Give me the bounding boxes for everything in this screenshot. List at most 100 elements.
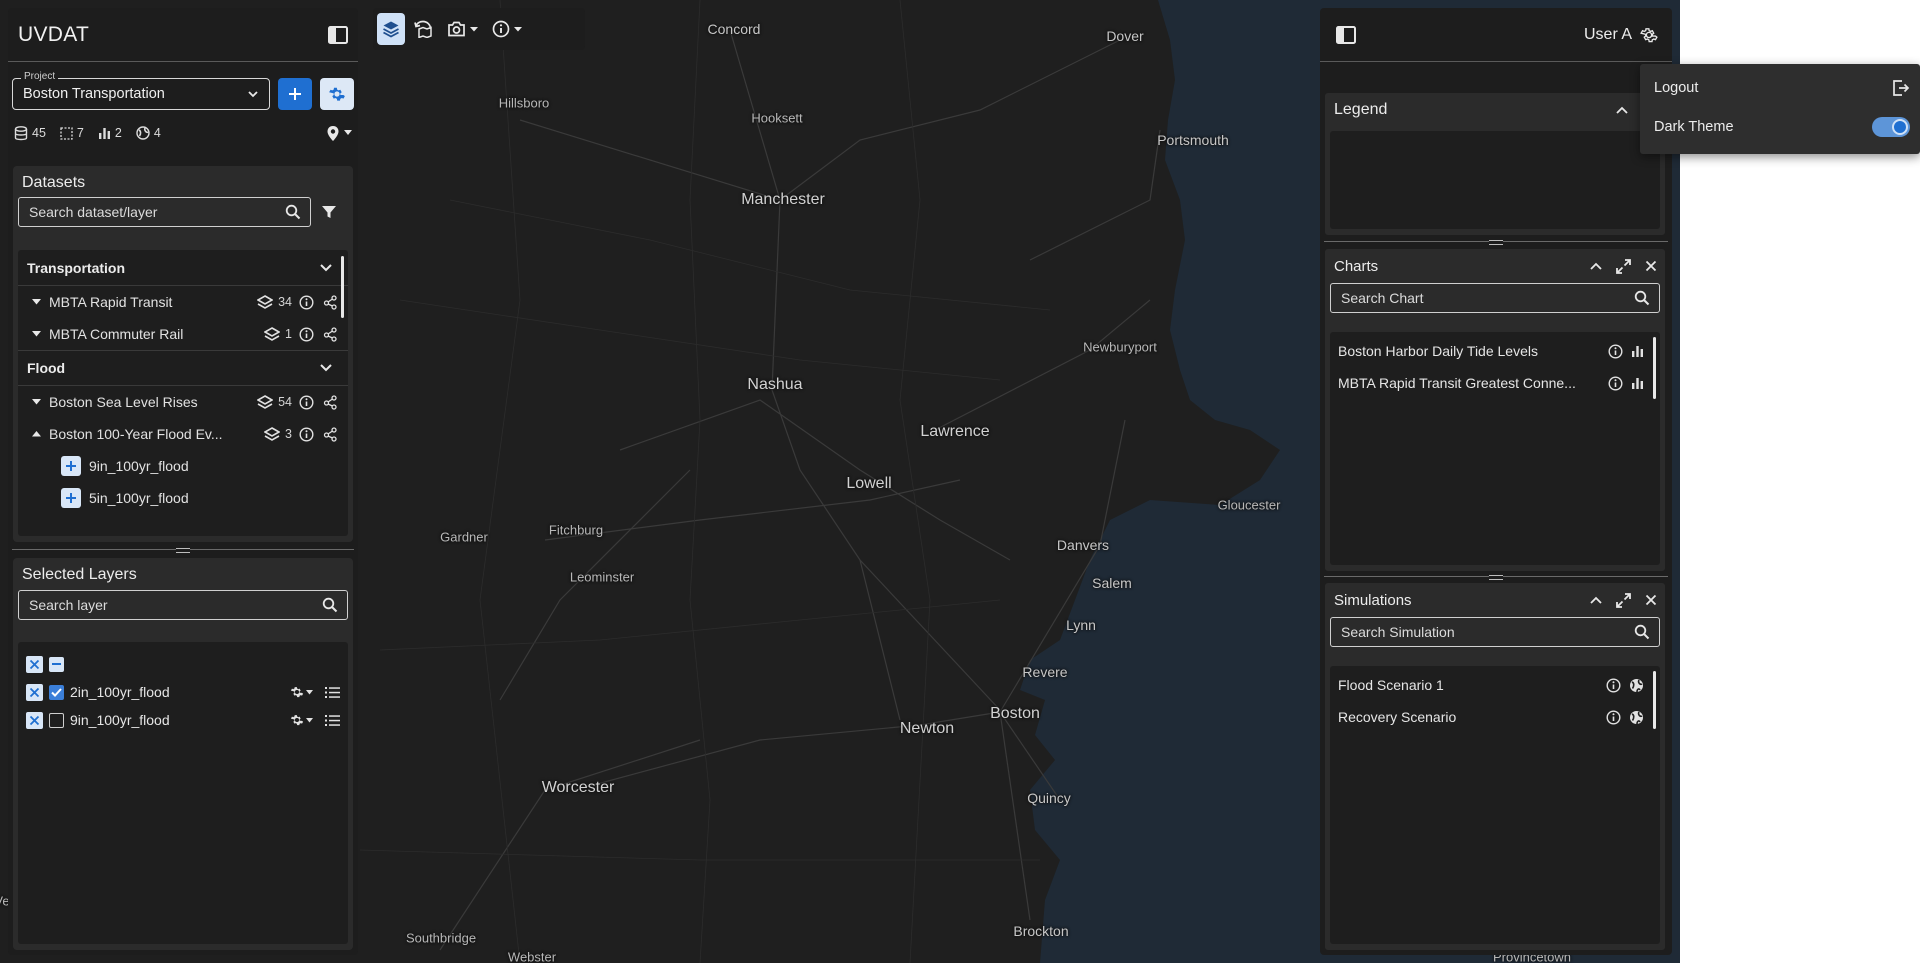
legend-card: Legend [1325, 93, 1665, 235]
legend-resize-handle[interactable] [1320, 237, 1672, 247]
logout-menu-item[interactable]: Logout [1640, 68, 1920, 107]
dataset-group-flood[interactable]: Flood [18, 350, 348, 386]
left-resize-handle[interactable] [8, 545, 358, 555]
app-title: UVDAT [18, 22, 90, 46]
dataset-name: MBTA Rapid Transit [49, 294, 173, 310]
layer-style-button[interactable] [290, 713, 313, 727]
simulation-list-item[interactable]: Flood Scenario 1 [1330, 669, 1660, 701]
info-icon[interactable] [299, 326, 314, 342]
simulation-list-scrollbar[interactable] [1653, 671, 1656, 729]
selected-layers-card: Selected Layers Search layer 2in_100yr_f… [13, 558, 353, 950]
dark-theme-menu-item[interactable]: Dark Theme [1640, 107, 1920, 146]
charts-header: Charts [1325, 249, 1665, 283]
chart-search-input[interactable]: Search Chart [1330, 283, 1660, 313]
sublayer-row[interactable]: 5in_100yr_flood [18, 482, 348, 514]
left-sidebar: UVDAT Project Boston Transportation 45 7 [8, 8, 358, 955]
close-icon [29, 659, 40, 669]
caret-up-icon[interactable] [29, 431, 43, 437]
dataset-count-value: 45 [32, 126, 46, 140]
dataset-list-scrollbar[interactable] [341, 256, 344, 318]
chevron-up-icon[interactable] [1590, 596, 1602, 604]
sublayer-row[interactable]: 9in_100yr_flood [18, 450, 348, 482]
share-network-icon[interactable] [323, 394, 338, 410]
filter-icon[interactable] [321, 204, 337, 220]
expand-icon[interactable] [1616, 592, 1631, 608]
info-icon[interactable] [299, 294, 314, 310]
globe-icon[interactable] [1629, 678, 1644, 693]
expand-icon[interactable] [1616, 258, 1631, 274]
chevron-up-icon[interactable] [1616, 106, 1628, 114]
simulation-list-item[interactable]: Recovery Scenario [1330, 701, 1660, 733]
datasets-title: Datasets [22, 174, 86, 191]
remove-all-button[interactable] [26, 655, 43, 673]
close-icon[interactable] [1645, 260, 1657, 272]
layer-visibility-checkbox[interactable] [49, 712, 64, 728]
info-icon[interactable] [1606, 677, 1621, 693]
project-select-label: Project [21, 71, 59, 82]
layer-style-button[interactable] [290, 685, 313, 699]
selected-layer-row[interactable]: 2in_100yr_flood [18, 678, 348, 706]
dataset-row[interactable]: MBTA Rapid Transit 34 [18, 286, 348, 318]
share-network-icon[interactable] [323, 294, 338, 310]
info-icon[interactable] [1606, 709, 1621, 725]
caret-down-icon[interactable] [29, 399, 43, 405]
chart-list-scrollbar[interactable] [1653, 337, 1656, 399]
map-location-button[interactable] [326, 125, 352, 142]
chart-list-item[interactable]: Boston Harbor Daily Tide Levels [1330, 335, 1660, 367]
dataset-group-transportation[interactable]: Transportation [18, 250, 348, 286]
dataset-row[interactable]: Boston Sea Level Rises 54 [18, 386, 348, 418]
city-label-manchester: Manchester [741, 191, 825, 208]
city-label-lynn: Lynn [1066, 617, 1096, 633]
info-icon[interactable] [1608, 343, 1623, 359]
add-layer-button[interactable] [61, 488, 81, 508]
simulation-search-input[interactable]: Search Simulation [1330, 617, 1660, 647]
collapse-right-sidebar-icon[interactable] [1336, 25, 1356, 44]
charts-resize-handle[interactable] [1320, 572, 1672, 582]
city-label-concord: Concord [707, 21, 761, 37]
legend-title: Legend [1334, 101, 1388, 118]
chart-list-item[interactable]: MBTA Rapid Transit Greatest Conne... [1330, 367, 1660, 399]
add-layer-button[interactable] [61, 456, 81, 476]
user-menu-button[interactable]: User A [1584, 26, 1658, 44]
globe-icon[interactable] [1629, 710, 1644, 725]
map-reset-button[interactable] [409, 13, 438, 45]
layer-search-input[interactable]: Search layer [18, 590, 348, 620]
dataset-name: Boston Sea Level Rises [49, 394, 198, 410]
bar-chart-icon[interactable] [1631, 345, 1644, 358]
bar-chart-icon[interactable] [1631, 377, 1644, 390]
dataset-row[interactable]: Boston 100-Year Flood Ev... 3 [18, 418, 348, 450]
chevron-down-icon [320, 263, 332, 271]
project-settings-button[interactable] [320, 78, 354, 110]
network-count: 4 [136, 126, 161, 140]
close-icon[interactable] [1645, 594, 1657, 606]
dataset-search-placeholder: Search dataset/layer [29, 204, 158, 220]
layers-icon [383, 21, 399, 38]
layer-visibility-checkbox[interactable] [49, 684, 64, 700]
layers-toggle-button[interactable] [377, 13, 405, 45]
select-all-checkbox[interactable] [49, 656, 64, 672]
share-network-icon[interactable] [323, 426, 338, 442]
share-network-icon[interactable] [323, 326, 338, 342]
dataset-search-input[interactable]: Search dataset/layer [18, 197, 311, 227]
chevron-up-icon[interactable] [1590, 262, 1602, 270]
list-icon[interactable] [325, 686, 340, 699]
dark-theme-toggle[interactable] [1872, 116, 1910, 137]
info-icon[interactable] [1608, 375, 1623, 391]
city-label-newburyport: Newburyport [1083, 339, 1157, 355]
chart-count-value: 2 [114, 126, 122, 140]
remove-layer-button[interactable] [26, 683, 43, 701]
caret-down-icon[interactable] [29, 299, 43, 305]
project-counts: 45 7 2 4 [8, 122, 358, 144]
caret-down-icon[interactable] [29, 331, 43, 337]
dataset-row[interactable]: MBTA Commuter Rail 1 [18, 318, 348, 350]
map-info-button[interactable] [487, 13, 527, 45]
selected-layer-row[interactable]: 9in_100yr_flood [18, 706, 348, 734]
info-icon[interactable] [299, 394, 314, 410]
add-project-button[interactable] [278, 78, 312, 110]
project-select[interactable]: Project Boston Transportation [12, 71, 270, 110]
info-icon[interactable] [299, 426, 314, 442]
list-icon[interactable] [325, 714, 340, 727]
screenshot-button[interactable] [442, 13, 483, 45]
collapse-sidebar-icon[interactable] [328, 25, 348, 44]
remove-layer-button[interactable] [26, 711, 43, 729]
